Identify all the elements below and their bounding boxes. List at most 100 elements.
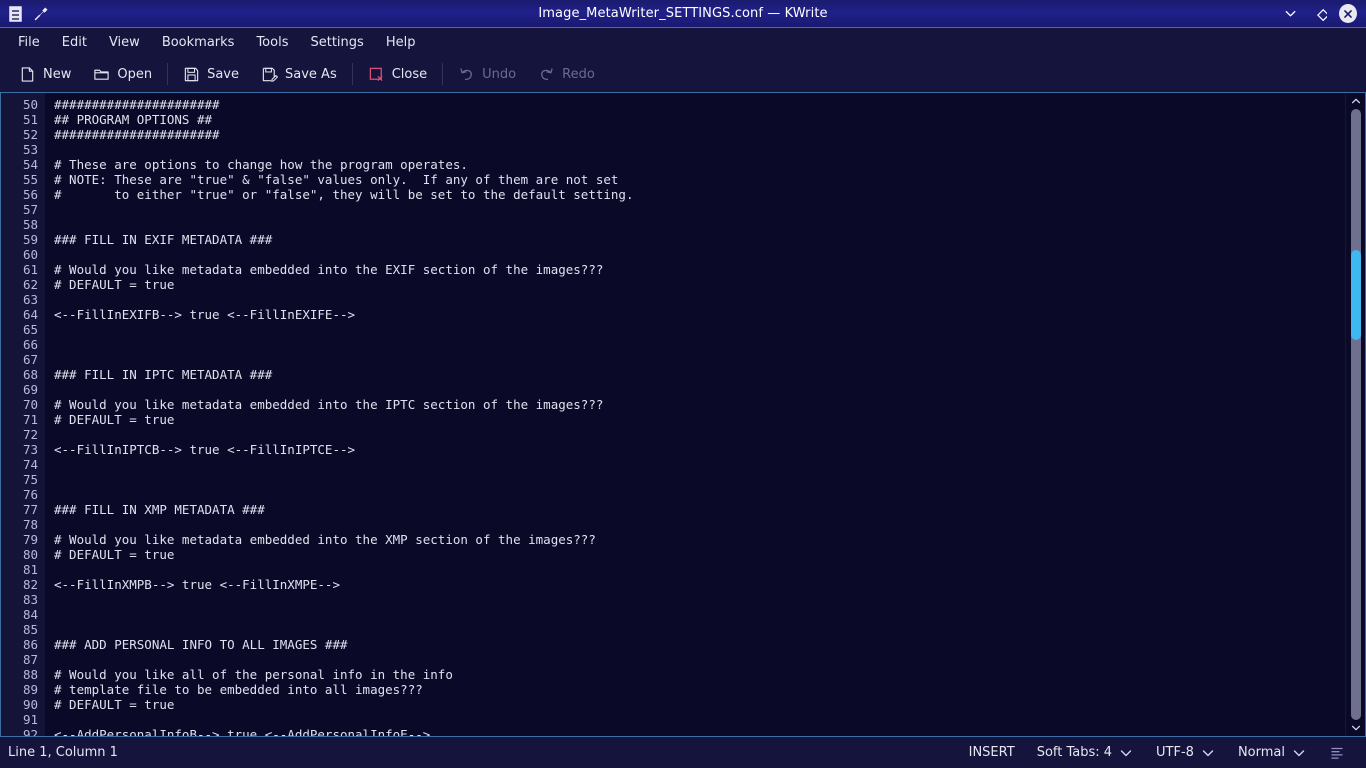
code-line[interactable]	[54, 517, 1345, 532]
line-number: 64	[22, 307, 38, 322]
close-document-button-label: Close	[391, 66, 428, 82]
line-number: 73	[22, 442, 38, 457]
kwrite-window: Image_MetaWriter_SETTINGS.conf — KWrite	[0, 0, 1366, 768]
code-line[interactable]: ### FILL IN IPTC METADATA ###	[54, 367, 1345, 382]
line-number: 62	[22, 277, 38, 292]
open-button[interactable]: Open	[82, 61, 163, 88]
code-line[interactable]	[54, 292, 1345, 307]
window-controls	[1281, 4, 1366, 23]
line-number: 75	[22, 472, 38, 487]
new-button[interactable]: New	[8, 61, 82, 88]
status-bar-right: INSERT Soft Tabs: 4 UTF-8 Normal	[958, 741, 1356, 765]
soft-tabs-selector[interactable]: Soft Tabs: 4	[1026, 741, 1145, 765]
line-number: 70	[22, 397, 38, 412]
code-line[interactable]: # DEFAULT = true	[54, 547, 1345, 562]
code-line[interactable]	[54, 487, 1345, 502]
code-line[interactable]: ### FILL IN EXIF METADATA ###	[54, 232, 1345, 247]
line-number: 71	[22, 412, 38, 427]
line-number: 79	[22, 532, 38, 547]
line-number: 52	[22, 127, 38, 142]
line-number: 53	[22, 142, 38, 157]
undo-button[interactable]: Undo	[447, 61, 527, 88]
title-bar: Image_MetaWriter_SETTINGS.conf — KWrite	[0, 0, 1366, 28]
code-line[interactable]	[54, 337, 1345, 352]
code-line[interactable]: ### ADD PERSONAL INFO TO ALL IMAGES ###	[54, 637, 1345, 652]
code-line[interactable]: # template file to be embedded into all …	[54, 682, 1345, 697]
code-line[interactable]: <--FillInIPTCB--> true <--FillInIPTCE-->	[54, 442, 1345, 457]
text-alignment-button[interactable]	[1318, 741, 1356, 765]
code-line[interactable]	[54, 607, 1345, 622]
close-document-button[interactable]: Close	[357, 61, 438, 88]
encoding-selector[interactable]: UTF-8	[1145, 741, 1227, 765]
code-line[interactable]	[54, 472, 1345, 487]
code-line[interactable]	[54, 427, 1345, 442]
menu-edit[interactable]: Edit	[51, 31, 98, 54]
scroll-up-button[interactable]	[1346, 94, 1365, 108]
code-line[interactable]	[54, 142, 1345, 157]
maximize-button[interactable]	[1310, 5, 1328, 23]
floppy-pencil-icon	[262, 67, 278, 82]
menu-bookmarks[interactable]: Bookmarks	[151, 31, 246, 54]
highlight-mode-label: Normal	[1237, 745, 1285, 760]
insert-mode-indicator[interactable]: INSERT	[958, 741, 1026, 764]
menu-settings[interactable]: Settings	[299, 31, 374, 54]
line-number: 66	[22, 337, 38, 352]
code-line[interactable]: # Would you like metadata embedded into …	[54, 397, 1345, 412]
code-line[interactable]	[54, 352, 1345, 367]
toolbar-separator	[442, 63, 444, 85]
code-line[interactable]	[54, 457, 1345, 472]
save-button[interactable]: Save	[172, 61, 250, 88]
code-line[interactable]	[54, 622, 1345, 637]
redo-button[interactable]: Redo	[527, 61, 606, 88]
line-number: 58	[22, 217, 38, 232]
code-line[interactable]: ######################	[54, 127, 1345, 142]
menu-view[interactable]: View	[98, 31, 151, 54]
code-line[interactable]	[54, 382, 1345, 397]
code-line[interactable]: <--FillInXMPB--> true <--FillInXMPE-->	[54, 577, 1345, 592]
code-line[interactable]: # NOTE: These are "true" & "false" value…	[54, 172, 1345, 187]
code-line[interactable]: # DEFAULT = true	[54, 277, 1345, 292]
code-line[interactable]: # Would you like metadata embedded into …	[54, 262, 1345, 277]
redo-arrow-icon	[541, 67, 553, 80]
line-number: 56	[22, 187, 38, 202]
code-line[interactable]: # These are options to change how the pr…	[54, 157, 1345, 172]
menu-help[interactable]: Help	[375, 31, 427, 54]
code-line[interactable]: ### FILL IN XMP METADATA ###	[54, 502, 1345, 517]
code-line[interactable]	[54, 712, 1345, 727]
scrollbar-track[interactable]	[1351, 109, 1361, 720]
line-number: 84	[22, 607, 38, 622]
menu-tools[interactable]: Tools	[245, 31, 299, 54]
code-line[interactable]	[54, 202, 1345, 217]
code-line[interactable]: # DEFAULT = true	[54, 412, 1345, 427]
code-line[interactable]	[54, 322, 1345, 337]
code-line[interactable]: # Would you like metadata embedded into …	[54, 532, 1345, 547]
code-line[interactable]	[54, 652, 1345, 667]
highlight-mode-selector[interactable]: Normal	[1227, 741, 1318, 765]
code-line[interactable]: # Would you like all of the personal inf…	[54, 667, 1345, 682]
code-line[interactable]: ## PROGRAM OPTIONS ##	[54, 112, 1345, 127]
line-number: 59	[22, 232, 38, 247]
close-button[interactable]	[1339, 4, 1357, 23]
scrollbar-thumb[interactable]	[1351, 250, 1361, 341]
new-button-label: New	[43, 66, 72, 82]
line-number: 82	[22, 577, 38, 592]
code-line[interactable]	[54, 217, 1345, 232]
line-number: 87	[22, 652, 38, 667]
code-line[interactable]: <--FillInEXIFB--> true <--FillInEXIFE-->	[54, 307, 1345, 322]
menu-bar: File Edit View Bookmarks Tools Settings …	[0, 28, 1366, 56]
minimize-button[interactable]	[1281, 5, 1299, 23]
pin-icon[interactable]	[32, 5, 50, 23]
code-line[interactable]	[54, 592, 1345, 607]
menu-file[interactable]: File	[7, 31, 51, 54]
vertical-scrollbar[interactable]	[1345, 93, 1365, 736]
scroll-down-button[interactable]	[1346, 721, 1365, 735]
code-line[interactable]	[54, 247, 1345, 262]
code-line[interactable]: <--AddPersonalInfoB--> true <--AddPerson…	[54, 727, 1345, 736]
code-line[interactable]	[54, 562, 1345, 577]
text-editor-content[interactable]: ###################### ## PROGRAM OPTIONS…	[45, 93, 1345, 736]
save-as-button[interactable]: Save As	[250, 61, 348, 88]
code-line[interactable]: # to either "true" or "false", they will…	[54, 187, 1345, 202]
code-line[interactable]: ######################	[54, 97, 1345, 112]
line-number: 78	[22, 517, 38, 532]
code-line[interactable]: # DEFAULT = true	[54, 697, 1345, 712]
